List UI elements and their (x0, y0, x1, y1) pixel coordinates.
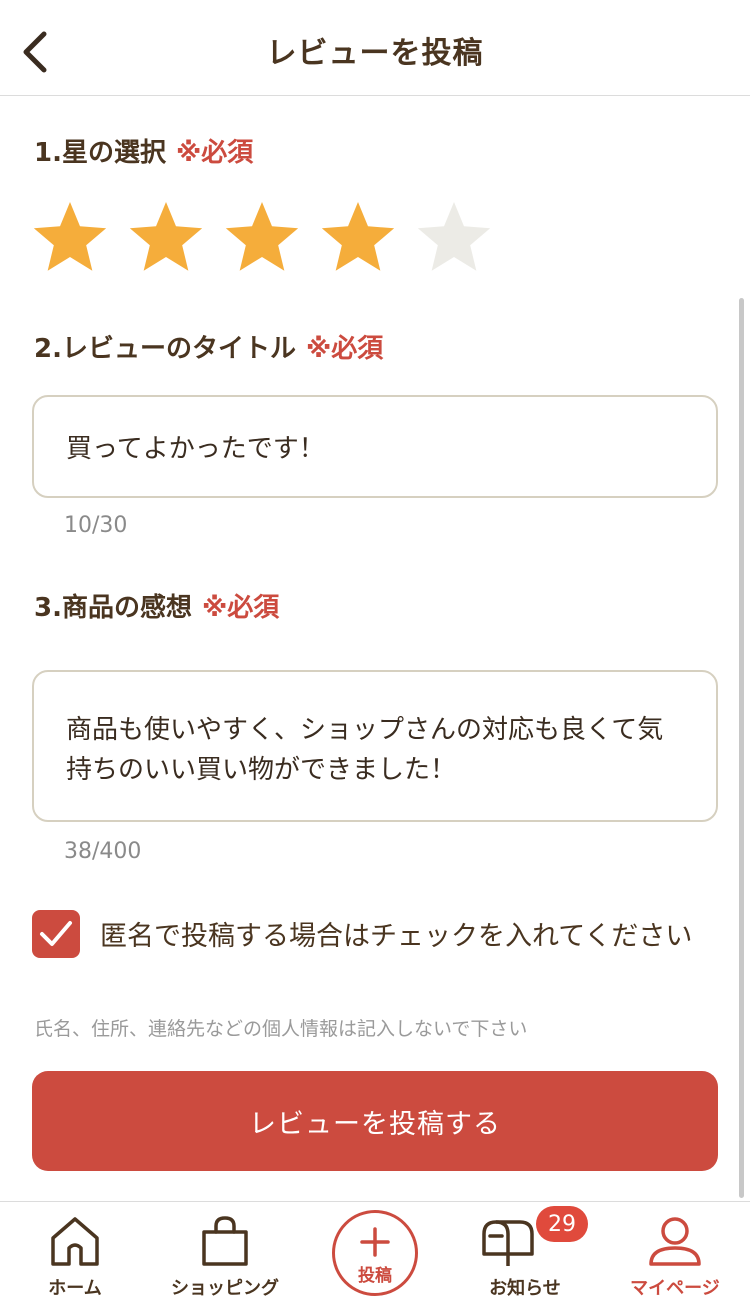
tab-shopping-label: ショッピング (171, 1278, 279, 1299)
bottom-tab-bar: ホーム ショッピング 投稿 29 お知らせ マイページ (0, 1201, 750, 1301)
required-mark: ※必須 (175, 138, 254, 168)
review-title-value: 買ってよかったです！ (66, 434, 325, 464)
comment-char-counter: 38/400 (64, 839, 142, 864)
privacy-notice: 氏名、住所、連絡先などの個人情報は記入しないで下さい (34, 1018, 528, 1040)
required-mark: ※必須 (201, 593, 280, 623)
scrollbar[interactable] (739, 298, 744, 1198)
tab-notifications[interactable]: 29 お知らせ (450, 1202, 600, 1301)
user-icon (649, 1217, 701, 1266)
tab-home[interactable]: ホーム (0, 1202, 150, 1301)
star-rating (30, 198, 494, 278)
tab-post[interactable]: 投稿 (300, 1202, 450, 1301)
review-comment-value: 商品も使いやすく、ショップさんの対応も良くて気持ちのいい買い物ができました！ (66, 715, 664, 785)
star-filled-icon[interactable] (30, 198, 110, 278)
checkmark-icon (40, 921, 72, 946)
review-comment-textarea[interactable]: 商品も使いやすく、ショップさんの対応も良くて気持ちのいい買い物ができました！ (32, 670, 718, 822)
home-icon (51, 1217, 99, 1266)
notification-count-badge: 29 (536, 1206, 588, 1242)
star-filled-icon[interactable] (222, 198, 302, 278)
anonymous-checkbox[interactable] (32, 910, 80, 958)
anonymous-checkbox-label[interactable]: 匿名で投稿する場合はチェックを入れてください (100, 914, 692, 953)
header: レビューを投稿 (0, 0, 750, 96)
title-char-counter: 10/30 (64, 513, 128, 538)
comment-label: 3.商品の感想 (34, 593, 192, 623)
tab-mypage[interactable]: マイページ (600, 1202, 750, 1301)
tab-post-label: 投稿 (358, 1266, 392, 1286)
tab-shopping[interactable]: ショッピング (150, 1202, 300, 1301)
tab-notifications-label: お知らせ (489, 1278, 561, 1299)
page-title: レビューを投稿 (266, 36, 484, 71)
mailbox-icon (482, 1220, 534, 1266)
required-mark: ※必須 (305, 334, 384, 364)
review-title-input[interactable]: 買ってよかったです！ (32, 395, 718, 498)
title-label: 2.レビューのタイトル (34, 334, 296, 364)
star-filled-icon[interactable] (126, 198, 206, 278)
post-button-circle: 投稿 (332, 1210, 418, 1296)
shopping-bag-icon (202, 1216, 248, 1266)
tab-mypage-label: マイページ (630, 1278, 720, 1299)
tab-home-label: ホーム (48, 1278, 102, 1299)
star-empty-icon[interactable] (414, 198, 494, 278)
rating-label: 1.星の選択 (34, 138, 166, 168)
star-filled-icon[interactable] (318, 198, 398, 278)
submit-review-button[interactable]: レビューを投稿する (32, 1071, 718, 1171)
rating-section-label: 1.星の選択 ※必須 (34, 132, 253, 169)
comment-section-label: 3.商品の感想 ※必須 (34, 587, 279, 624)
plus-icon (360, 1227, 390, 1257)
title-section-label: 2.レビューのタイトル ※必須 (34, 328, 383, 365)
